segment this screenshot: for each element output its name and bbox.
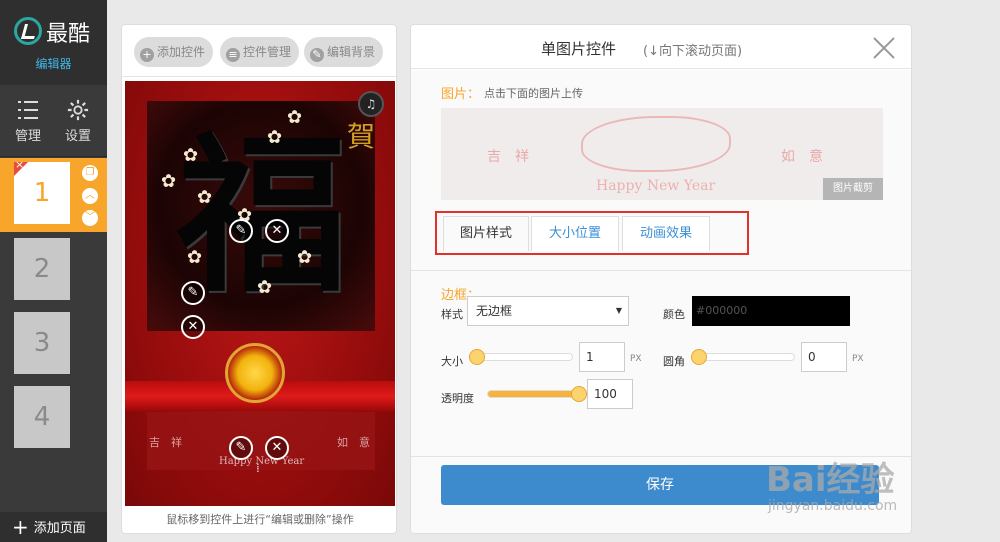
opacity-knob[interactable] — [571, 386, 587, 402]
close-icon[interactable] — [871, 35, 897, 61]
panel-title: 单图片控件 — [541, 40, 617, 58]
opacity-label: 透明度 — [441, 392, 474, 405]
page-thumb-1[interactable]: 1 — [14, 162, 70, 224]
pencil-icon: ✎ — [310, 48, 324, 62]
opacity-input[interactable]: 100 — [587, 379, 633, 409]
nav-manage-label: 管理 — [14, 129, 41, 144]
border-size-input[interactable]: 1 — [579, 342, 625, 372]
baidu-watermark: Bai经验 jingyan.baidu.com — [766, 452, 996, 522]
border-size-slider[interactable] — [471, 353, 573, 361]
flower-icon — [161, 171, 177, 192]
panel-subtitle: (↓向下滚动页面) — [643, 44, 743, 59]
music-icon[interactable]: ♫ — [358, 91, 384, 117]
border-size-knob[interactable] — [469, 349, 485, 365]
radius-label: 圆角 — [663, 355, 685, 368]
watermark-url: jingyan.baidu.com — [768, 498, 898, 514]
logo-title: 最酷 — [46, 22, 91, 47]
image-section-label: 图片： — [441, 87, 481, 102]
copy-page-icon[interactable]: ❐ — [82, 165, 98, 181]
edit-icon[interactable]: ✎ — [229, 219, 253, 243]
manage-control-button[interactable]: ≡ 控件管理 — [220, 37, 300, 67]
layers-icon: ≡ — [226, 48, 240, 62]
opacity-slider[interactable] — [487, 390, 581, 398]
nav-manage[interactable]: 管理 — [3, 99, 53, 144]
preview-happy-text: Happy New Year — [596, 178, 716, 194]
tab-bar: 图片样式 大小位置 动画效果 — [411, 211, 911, 271]
move-up-icon[interactable]: ︿ — [82, 188, 98, 204]
page-thumb-3[interactable]: 3 — [14, 312, 70, 374]
delete-icon[interactable]: ✕ — [265, 436, 289, 460]
banner-right-text: 如 意 — [337, 436, 370, 449]
banner-image-control[interactable]: 吉 祥 如 意 Happy New Year ✎ ✕ — [147, 412, 375, 470]
flower-icon — [287, 107, 303, 128]
tab-size-position[interactable]: 大小位置 — [531, 216, 619, 251]
sidebar-nav: 管理 设置 — [0, 85, 107, 157]
add-page-button[interactable]: + 添加页面 — [0, 512, 107, 542]
preview-right-text: 如 意 — [781, 149, 823, 165]
flower-icon — [267, 127, 283, 148]
move-down-icon[interactable]: ﹀ — [82, 210, 98, 226]
delete-icon[interactable]: ✕ — [265, 219, 289, 243]
opacity-fill — [488, 391, 580, 397]
phone-editor: +添加控件 ≡控件管理 ✎编辑背景 福 賀 ♫ ✎ ✕ ✎ ✕ 吉 祥 如 意 … — [121, 24, 397, 534]
radius-slider[interactable] — [693, 353, 795, 361]
flower-icon — [257, 277, 273, 298]
flower-icon — [197, 187, 213, 208]
radius-unit: PX — [852, 354, 864, 364]
page-item-1[interactable]: 1 ❐ ︿ ﹀ — [0, 158, 107, 232]
style-label: 样式 — [441, 308, 463, 321]
page-item-3[interactable]: 3 — [0, 308, 107, 382]
border-style-select[interactable]: 无边框 — [467, 296, 629, 326]
watermark-text: Bai经验 — [766, 460, 895, 500]
plus-icon: + — [140, 48, 154, 62]
preview-left-text: 吉 祥 — [487, 149, 529, 165]
list-icon — [18, 101, 38, 119]
add-control-button[interactable]: + 添加控件 — [134, 37, 214, 67]
banner-left-text: 吉 祥 — [149, 436, 182, 449]
nav-settings[interactable]: 设置 — [53, 99, 103, 144]
size-label: 大小 — [441, 355, 463, 368]
page-thumb-2[interactable]: 2 — [14, 238, 70, 300]
delete-icon[interactable]: ✕ — [181, 315, 205, 339]
add-control-label: 添加控件 — [157, 45, 206, 59]
editor-toolbar: + 添加控件 ≡ 控件管理 ✎ 编辑背景 — [122, 25, 396, 77]
tab-animation[interactable]: 动画效果 — [622, 216, 710, 251]
image-upload-preview[interactable]: 吉 祥 如 意 Happy New Year 图片截剪 — [441, 108, 883, 200]
flower-icon — [183, 145, 199, 166]
flower-icon — [297, 247, 313, 268]
page-item-4[interactable]: 4 — [0, 382, 107, 456]
page-item-2[interactable]: 2 — [0, 234, 107, 308]
page-thumb-4[interactable]: 4 — [14, 386, 70, 448]
radius-input[interactable]: 0 — [801, 342, 847, 372]
edit-icon[interactable]: ✎ — [181, 281, 205, 305]
gear-icon — [67, 99, 89, 121]
size-unit: PX — [630, 354, 642, 364]
manage-control-label: 控件管理 — [243, 45, 292, 59]
panel-header: 单图片控件 (↓向下滚动页面) — [411, 25, 911, 69]
dragon-illustration — [581, 116, 731, 172]
image-upload-hint: 点击下面的图片上传 — [484, 87, 583, 100]
nav-settings-label: 设置 — [64, 129, 91, 144]
logo-subtitle: 编辑器 — [35, 57, 72, 71]
flower-icon — [187, 247, 203, 268]
add-page-label: 添加页面 — [33, 521, 86, 536]
sidebar: 最酷 编辑器 管理 设置 1 ❐ ︿ ﹀ 2 3 4 + 添加页面 — [0, 0, 107, 542]
drag-handle-icon[interactable]: ⁞ — [256, 461, 260, 475]
logo-icon — [14, 17, 42, 45]
edit-icon[interactable]: ✎ — [229, 436, 253, 460]
edit-background-label: 编辑背景 — [327, 45, 376, 59]
he-character: 賀 — [347, 120, 376, 153]
radius-knob[interactable] — [691, 349, 707, 365]
editor-hint: 鼠标移到控件上进行“编辑或删除”操作 — [166, 513, 354, 526]
border-color-input[interactable]: #000000 — [692, 296, 850, 326]
logo: 最酷 编辑器 — [0, 0, 107, 85]
banner-happy-text: Happy New Year — [219, 456, 305, 467]
crop-image-button[interactable]: 图片截剪 — [823, 178, 883, 200]
plus-icon: + — [12, 515, 29, 539]
color-label: 颜色 — [663, 308, 685, 321]
edit-background-button[interactable]: ✎ 编辑背景 — [304, 37, 384, 67]
tab-image-style[interactable]: 图片样式 — [443, 216, 529, 251]
medallion-image — [225, 343, 285, 403]
page-canvas[interactable]: 福 賀 ♫ ✎ ✕ ✎ ✕ 吉 祥 如 意 Happy New Year ✎ ✕… — [125, 81, 395, 506]
